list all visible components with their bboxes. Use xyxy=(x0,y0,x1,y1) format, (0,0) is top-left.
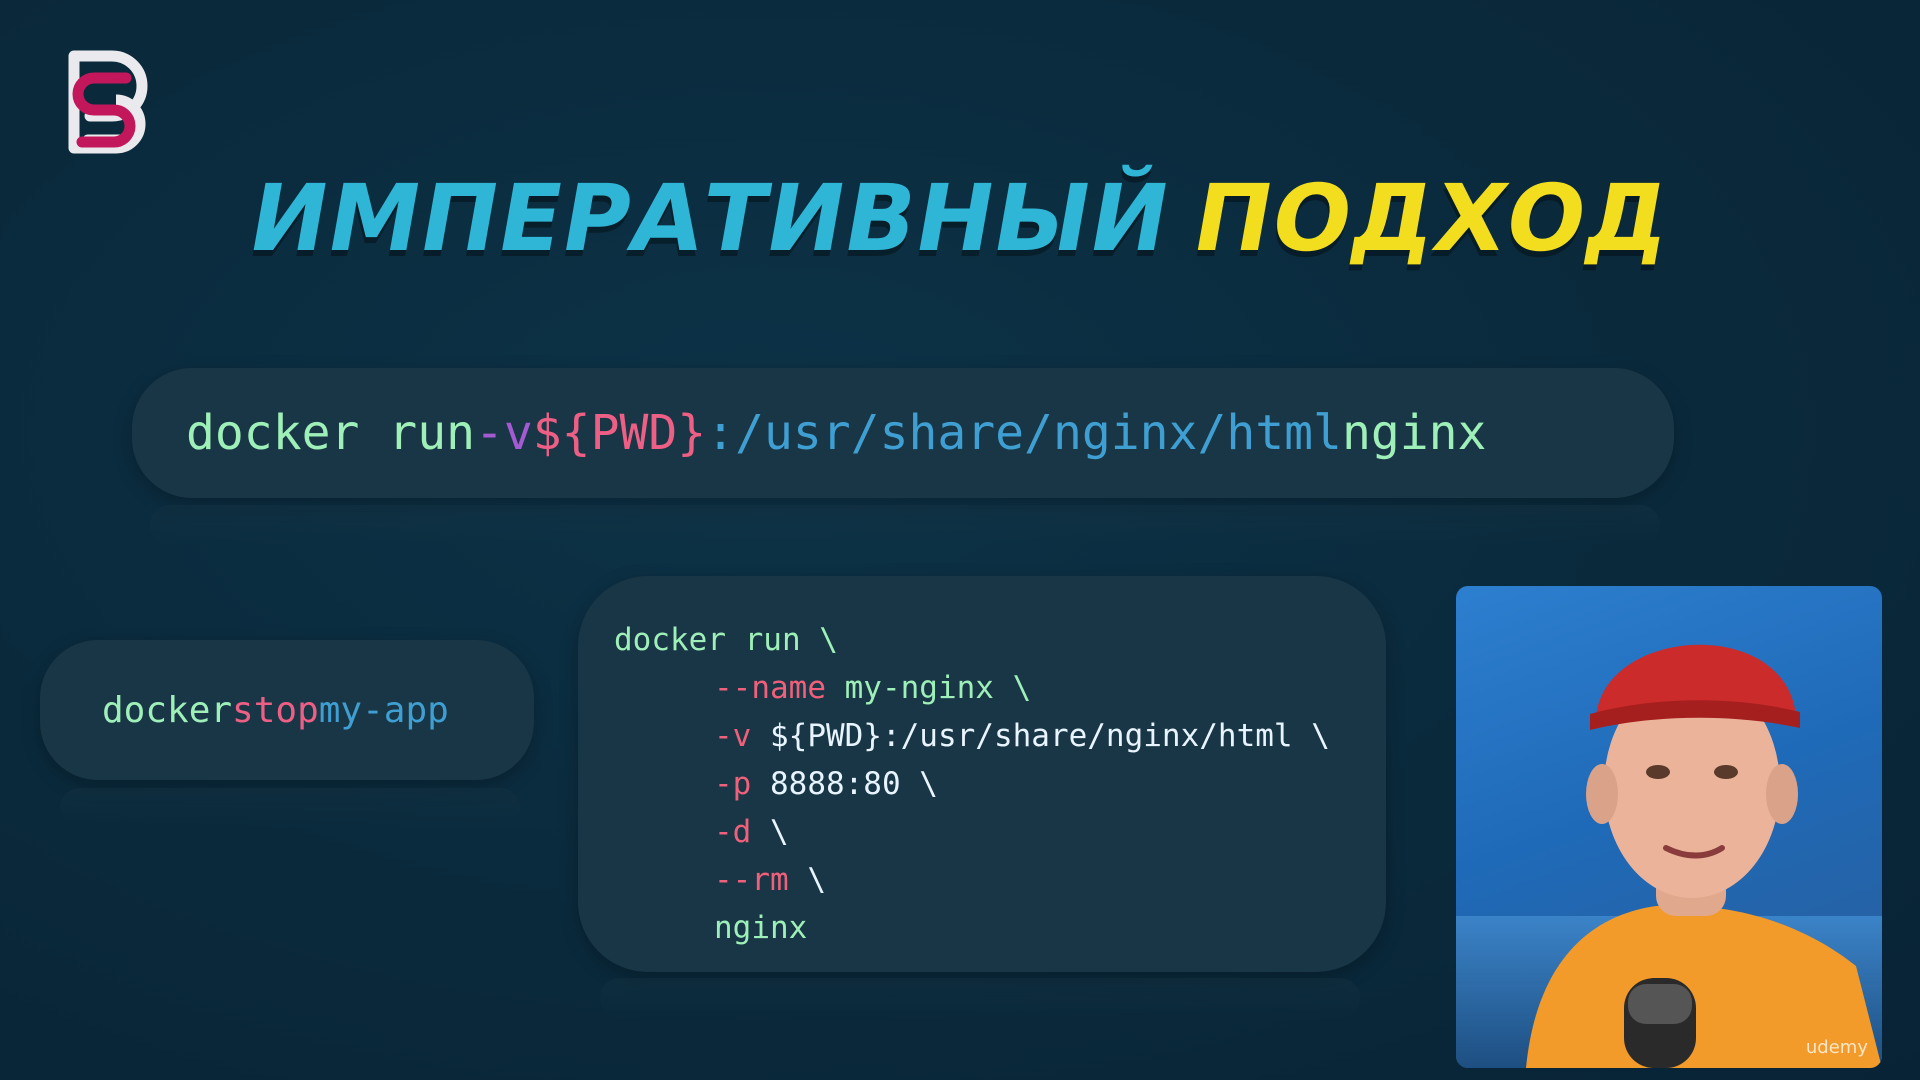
main-command-pwd: ${PWD} xyxy=(532,405,707,461)
presenter-figure xyxy=(1526,644,1882,1068)
code-value-port: 8888:80 \ xyxy=(751,766,938,802)
code-flag-detach: -d xyxy=(714,814,752,850)
code-line-port: -p 8888:80 \ xyxy=(614,760,1386,808)
stop-command-reflection xyxy=(60,788,520,828)
main-command-flag: -v xyxy=(474,405,533,461)
slide-title: ИМПЕРАТИВНЫЙПОДХОД xyxy=(0,165,1920,272)
code-line-docker-run: docker run \ xyxy=(614,622,838,658)
code-line-rm: --rm \ xyxy=(614,856,1386,904)
stop-command-pill: docker stop my-app xyxy=(40,640,534,780)
code-value-detach: \ xyxy=(751,814,789,850)
presenter-webcam: udemy xyxy=(1456,586,1882,1068)
slide: ИМПЕРАТИВНЫЙПОДХОД docker run -v ${PWD}:… xyxy=(0,0,1920,1080)
code-flag-volume: -v xyxy=(714,718,752,754)
code-line-image: nginx xyxy=(714,910,808,946)
code-flag-rm: --rm xyxy=(714,862,789,898)
udemy-watermark: udemy xyxy=(1805,1037,1868,1058)
main-command-reflection xyxy=(150,505,1660,545)
code-block-reflection xyxy=(600,978,1360,1018)
code-value-name: my-nginx \ xyxy=(825,670,1032,706)
title-part-2: ПОДХОД xyxy=(1185,165,1679,272)
code-value-volume: ${PWD}:/usr/share/nginx/html \ xyxy=(751,718,1330,754)
main-command-image: nginx xyxy=(1341,405,1487,461)
stop-command-name: my-app xyxy=(318,689,449,731)
code-line-detach: -d \ xyxy=(614,808,1386,856)
code-flag-name: --name xyxy=(714,670,826,706)
main-command-pill: docker run -v ${PWD}:/usr/share/nginx/ht… xyxy=(132,368,1674,498)
multiline-command-block: docker run \ --name my-nginx \ -v ${PWD}… xyxy=(578,576,1386,972)
stop-command-docker: docker xyxy=(102,689,233,731)
main-command-path: :/usr/share/nginx/html xyxy=(706,405,1342,461)
code-line-name: --name my-nginx \ xyxy=(614,664,1386,712)
stop-command-stop: stop xyxy=(232,689,319,731)
code-line-volume: -v ${PWD}:/usr/share/nginx/html \ xyxy=(614,712,1386,760)
main-command-docker-run: docker run xyxy=(186,405,475,461)
brand-logo-icon xyxy=(68,50,148,154)
code-flag-port: -p xyxy=(714,766,752,802)
code-value-rm: \ xyxy=(788,862,826,898)
title-part-1: ИМПЕРАТИВНЫЙ xyxy=(241,165,1179,272)
